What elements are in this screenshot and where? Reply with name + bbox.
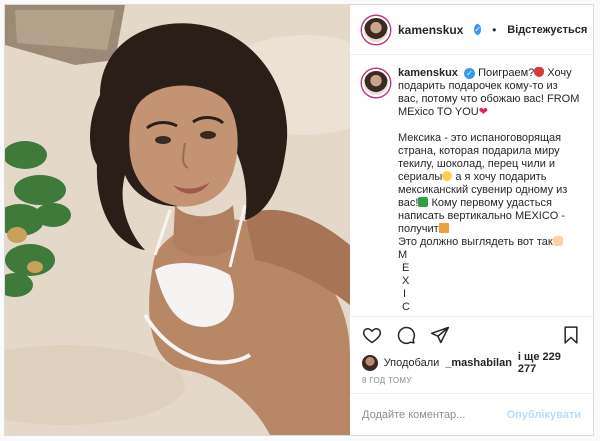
caption-paragraph-1: kamenskux ✓ Поиграем? Хочу подарить пода… (398, 67, 581, 119)
verified-badge-icon: ✓ (474, 24, 482, 35)
letter: C (402, 301, 410, 313)
caption-text-segment: Поиграем? (478, 67, 535, 79)
caption-username[interactable]: kamenskux (398, 67, 458, 79)
lips-emoji-icon (534, 67, 545, 77)
header-username[interactable]: kamenskux (398, 23, 463, 37)
likes-count[interactable]: і ще 229 277 (518, 351, 581, 375)
likes-row: Уподобали _mashabilan і ще 229 277 (350, 351, 593, 375)
grin-emoji-icon (442, 171, 453, 181)
caption-avatar[interactable] (362, 69, 390, 97)
post-header: kamenskux ✓ • Відстежується (350, 5, 593, 55)
post-time[interactable]: 8 год тому (350, 374, 593, 393)
letter: I (403, 288, 407, 300)
likes-prefix: Уподобали (383, 357, 440, 369)
caption-text: kamenskux ✓ Поиграем? Хочу подарить пода… (398, 67, 581, 316)
caption-paragraph-2: Мексика - это испаноговорящая страна, ко… (398, 132, 581, 314)
clover-emoji-icon (418, 197, 429, 207)
letter: X (402, 275, 410, 287)
post-sidebar: kamenskux ✓ • Відстежується kamenskux ✓ … (350, 5, 593, 435)
liker-username[interactable]: _mashabilan (445, 357, 512, 369)
photo-illustration (5, 5, 350, 435)
post-photo[interactable] (5, 5, 350, 435)
letter: M (398, 249, 408, 261)
post-frame: kamenskux ✓ • Відстежується kamenskux ✓ … (4, 4, 594, 436)
gift-emoji-icon (438, 223, 449, 233)
share-icon[interactable] (430, 325, 450, 345)
comment-icon[interactable] (396, 325, 416, 345)
comment-bar: Опублікувати (350, 393, 593, 435)
heart-emoji-icon: ❤ (478, 106, 488, 118)
caption-text-segment: Это должно выглядеть вот так (398, 236, 581, 249)
comment-input[interactable] (362, 408, 507, 421)
bookmark-icon[interactable] (561, 325, 581, 345)
verified-badge-icon: ✓ (464, 67, 475, 79)
action-bar (350, 316, 593, 352)
caption-area: kamenskux ✓ Поиграем? Хочу подарить пода… (350, 55, 593, 316)
heart-icon[interactable] (362, 325, 382, 345)
separator-dot: • (492, 22, 497, 37)
letter: E (402, 262, 410, 274)
vertical-letters: M E X I C (398, 249, 581, 314)
publish-button[interactable]: Опублікувати (507, 409, 581, 421)
caption-text-segment: Это должно выглядеть вот так (398, 236, 553, 248)
pointing-hand-emoji-icon (552, 236, 563, 246)
avatar[interactable] (362, 15, 390, 44)
following-button[interactable]: Відстежується (507, 24, 587, 36)
liker-avatar[interactable] (362, 355, 378, 371)
